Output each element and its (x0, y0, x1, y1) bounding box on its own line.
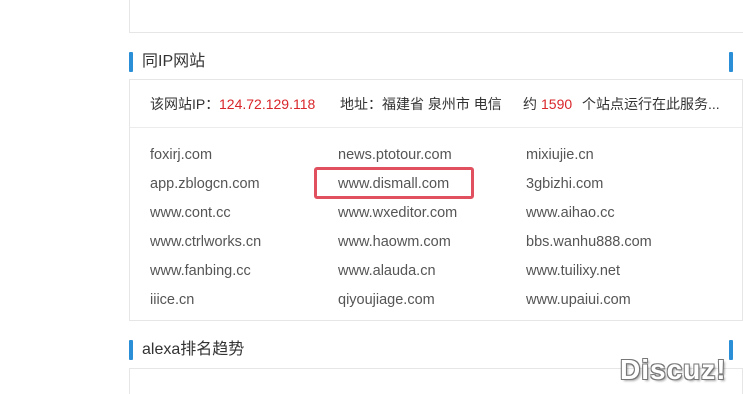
site-list: foxirj.com news.ptotour.com mixiujie.cn … (130, 128, 742, 308)
site-link[interactable]: foxirj.com (150, 146, 212, 164)
highlight-box (314, 167, 474, 199)
site-count-value: 1590 (541, 96, 573, 112)
discuz-watermark: Discuz! (620, 354, 727, 385)
site-link[interactable]: app.zblogcn.com (150, 175, 260, 193)
site-count-suffix: 个站点运行在此服务... (582, 96, 720, 112)
site-link[interactable]: iiice.cn (150, 291, 194, 309)
site-link[interactable]: www.haowm.com (338, 233, 451, 251)
site-link[interactable]: www.upaiui.com (526, 291, 631, 309)
same-ip-section-header: 同IP网站 (129, 50, 743, 78)
site-link[interactable]: www.fanbing.cc (150, 262, 251, 280)
same-ip-title: 同IP网站 (142, 53, 206, 70)
site-link[interactable]: www.wxeditor.com (338, 204, 457, 222)
address-value: 福建省 泉州市 电信 (382, 96, 502, 112)
site-link[interactable]: mixiujie.cn (526, 146, 594, 164)
site-link[interactable]: www.ctrlworks.cn (150, 233, 261, 251)
site-link[interactable]: www.aihao.cc (526, 204, 615, 222)
site-link[interactable]: qiyoujiage.com (338, 291, 435, 309)
section-accent-bar (129, 340, 133, 360)
alexa-title: alexa排名趋势 (142, 341, 245, 358)
section-accent-bar-right (729, 52, 733, 72)
site-count-prefix: 约 (523, 96, 537, 112)
site-link[interactable]: bbs.wanhu888.com (526, 233, 652, 251)
same-ip-panel: 该网站IP： 124.72.129.118 地址： 福建省 泉州市 电信 约 1… (129, 79, 743, 321)
site-link[interactable]: www.tuilixy.net (526, 262, 620, 280)
site-link[interactable]: news.ptotour.com (338, 146, 452, 164)
ip-value: 124.72.129.118 (219, 96, 316, 112)
site-link[interactable]: www.cont.cc (150, 204, 231, 222)
ip-label: 该网站IP： (150, 96, 220, 112)
previous-panel-bottom (129, 0, 743, 33)
section-accent-bar-right (729, 340, 733, 360)
ip-info-row: 该网站IP： 124.72.129.118 地址： 福建省 泉州市 电信 约 1… (130, 80, 742, 128)
site-link[interactable]: www.alauda.cn (338, 262, 436, 280)
section-accent-bar (129, 52, 133, 72)
site-link[interactable]: 3gbizhi.com (526, 175, 603, 193)
address-label: 地址： (340, 96, 382, 112)
